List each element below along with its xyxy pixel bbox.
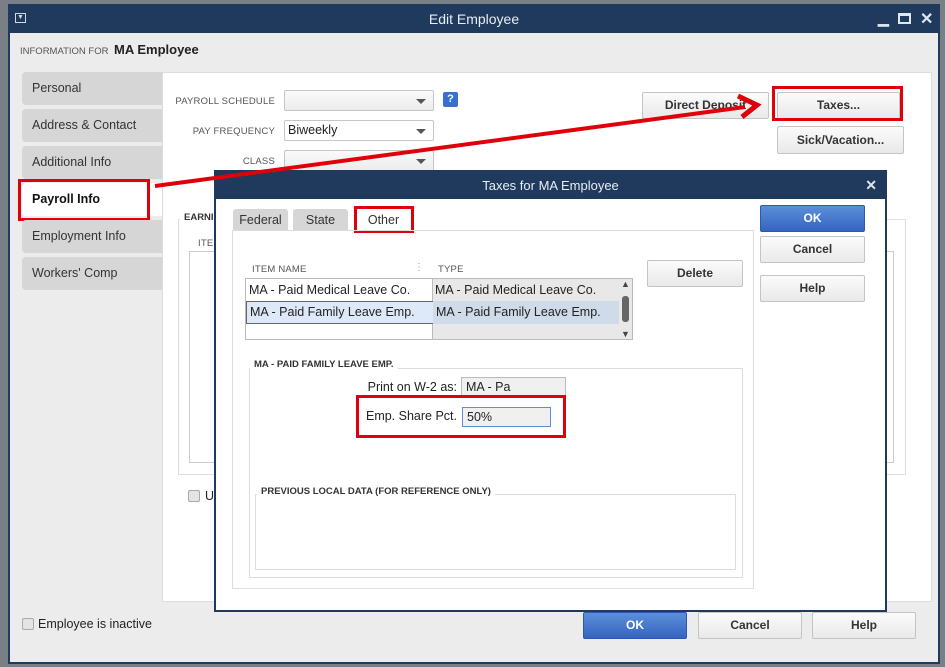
arrow-line	[154, 105, 746, 188]
annotation-arrow	[154, 93, 762, 188]
